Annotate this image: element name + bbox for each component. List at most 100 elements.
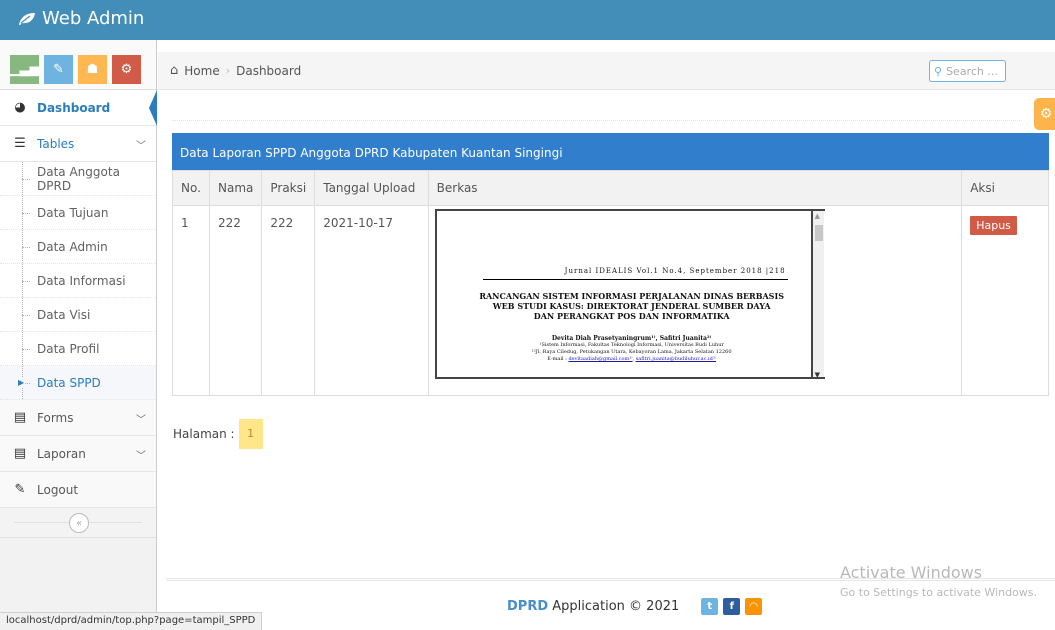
sidebar-item-label: Logout [37, 482, 79, 497]
caret-right-icon: ▶ [18, 378, 25, 387]
cell-aksi: Hapus [961, 205, 1049, 396]
facebook-icon[interactable]: f [723, 598, 741, 615]
sidebar-subitem-label: Data Profil [37, 341, 100, 356]
search-placeholder: Search ... [946, 64, 998, 78]
sidebar-item-label: Tables [37, 136, 75, 151]
sidebar-item-forms[interactable]: ▤ Forms ﹀ [0, 400, 156, 436]
breadcrumb-current: Dashboard [236, 63, 302, 78]
pdf-title-line: WEB STUDI KASUS: DIREKTORAT JENDERAL SUM… [492, 301, 771, 311]
table-row: 1 222 222 2021-10-17 Jurnal IDEALIS Vol.… [172, 205, 1049, 396]
sidebar-subitem-label: Data Anggota DPRD [37, 164, 120, 193]
sidebar-item-label: Laporan [37, 446, 86, 461]
sidebar-subitem-data-anggota-dprd[interactable]: Data Anggota DPRD [0, 162, 156, 196]
activate-windows-subtitle: Go to Settings to activate Windows. [840, 586, 1038, 599]
leaf-icon [19, 12, 35, 25]
pagination-label: Halaman : [173, 427, 235, 441]
social-links: t f ◠ [701, 598, 763, 615]
shortcut-stats-button[interactable]: ▁▃▅ [9, 55, 40, 84]
shortcut-edit-button[interactable]: ✎ [44, 55, 73, 84]
cell-tanggal: 2021-10-17 [314, 205, 429, 396]
breadcrumb-home[interactable]: Home [184, 64, 219, 78]
rss-icon[interactable]: ◠ [745, 598, 763, 615]
sidebar-subitem-data-sppd[interactable]: ▶ Data SPPD [0, 366, 156, 400]
column-header-no: No. [172, 170, 210, 206]
sidebar-subitem-data-tujuan[interactable]: Data Tujuan [0, 196, 156, 230]
breadcrumb-bar: ⌂ Home › Dashboard [158, 52, 1055, 90]
top-navbar: Web Admin [0, 0, 1055, 40]
pdf-title: RANCANGAN SISTEM INFORMASI PERJALANAN DI… [477, 291, 787, 321]
users-icon: ☗ [86, 62, 99, 77]
scroll-up-icon[interactable]: ▲ [815, 212, 820, 220]
sidebar-collapse-row: « [0, 508, 156, 538]
delete-button[interactable]: Hapus [970, 216, 1017, 235]
signal-icon: ▁▃▅ [9, 62, 40, 77]
chevron-down-icon: ﹀ [136, 451, 146, 462]
sidebar: ▁▃▅ ✎ ☗ ⚙ ◕ Dashboard ☰ Tables ﹀ Data An… [0, 40, 157, 630]
home-icon: ⌂ [170, 63, 179, 78]
breadcrumb: ⌂ Home › Dashboard [170, 63, 301, 78]
scrollbar-thumb[interactable] [814, 225, 823, 241]
pdf-emails: E-mail : devitaadiah@gmail.com¹⁾, safitr… [547, 356, 717, 362]
page-number-button[interactable]: 1 [238, 419, 263, 449]
sidebar-item-logout[interactable]: ✎ Logout [0, 472, 156, 508]
chevron-down-icon: ﹀ [136, 415, 146, 426]
sppd-table: No. Nama Praksi Tanggal Upload Berkas Ak… [172, 170, 1049, 396]
pdf-scrollbar[interactable]: ▲ ▼ [810, 211, 824, 377]
pdf-journal-header: Jurnal IDEALIS Vol.1 No.4, September 201… [564, 267, 786, 275]
pdf-page: Jurnal IDEALIS Vol.1 No.4, September 201… [437, 211, 809, 377]
sidebar-item-label: Forms [37, 410, 74, 425]
pdf-viewer[interactable]: Jurnal IDEALIS Vol.1 No.4, September 201… [434, 209, 825, 379]
sidebar-item-dashboard[interactable]: ◕ Dashboard [0, 90, 157, 126]
browser-status-url: localhost/dprd/admin/top.php?page=tampil… [0, 612, 263, 630]
divider [482, 279, 788, 280]
column-header-tanggal-upload: Tanggal Upload [314, 170, 429, 206]
form-icon: ▤ [13, 410, 27, 425]
search-input[interactable]: ⚲ Search ... [929, 60, 1006, 82]
double-chevron-left-icon: « [75, 517, 83, 529]
footer: DPRD Application © 2021 t f ◠ [507, 598, 763, 615]
sidebar-subitem-label: Data Tujuan [37, 205, 109, 220]
sidebar-item-tables[interactable]: ☰ Tables ﹀ [0, 126, 156, 162]
cell-praksi: 222 [261, 205, 316, 396]
pdf-email-link[interactable]: safitri.juanita@budiluhur.ac.id²⁾ [636, 356, 716, 362]
report-icon: ▤ [13, 446, 27, 461]
shortcut-users-button[interactable]: ☗ [78, 55, 107, 84]
sidebar-subitem-data-admin[interactable]: Data Admin [0, 230, 156, 264]
sidebar-subitem-data-visi[interactable]: Data Visi [0, 298, 156, 332]
column-header-nama: Nama [208, 170, 263, 206]
table-header-title: Data Laporan SPPD Anggota DPRD Kabupaten… [172, 133, 1049, 170]
sidebar-subitem-label: Data Visi [37, 307, 91, 322]
pdf-email-label: E-mail : [547, 356, 567, 362]
footer-copyright: Application © 2021 [552, 599, 680, 614]
sidebar-subitem-label: Data SPPD [37, 375, 101, 390]
activate-windows-title: Activate Windows [840, 563, 983, 582]
pdf-email-link[interactable]: devitaadiah@gmail.com¹⁾ [568, 356, 632, 362]
footer-brand: DPRD [507, 599, 549, 614]
cell-no: 1 [172, 205, 210, 396]
pdf-authors: Devita Diah Prasetyaningrum¹⁾, Safitri J… [477, 335, 787, 363]
column-header-aksi: Aksi [961, 170, 1049, 206]
twitter-icon[interactable]: t [701, 598, 719, 615]
pdf-title-line: RANCANGAN SISTEM INFORMASI PERJALANAN DI… [479, 291, 784, 301]
settings-toggle-button[interactable]: ⚙ [1034, 98, 1055, 130]
sidebar-subitem-label: Data Admin [37, 239, 108, 254]
pagination: Halaman : 1 [173, 419, 263, 449]
cogs-icon: ⚙ [120, 62, 133, 77]
sidebar-item-laporan[interactable]: ▤ Laporan ﹀ [0, 436, 156, 472]
pdf-title-line: DAN PERANGKAT POS DAN INFORMATIKA [533, 311, 730, 321]
sidebar-subitem-data-informasi[interactable]: Data Informasi [0, 264, 156, 298]
sidebar-item-label: Dashboard [37, 100, 111, 115]
column-header-praksi: Praksi [261, 170, 316, 206]
sidebar-collapse-button[interactable]: « [69, 513, 89, 533]
sidebar-subitem-data-profil[interactable]: Data Profil [0, 332, 156, 366]
edit-icon: ✎ [14, 482, 26, 497]
column-header-berkas: Berkas [427, 170, 963, 206]
chevron-down-icon: ﹀ [136, 141, 146, 152]
sidebar-shortcuts: ▁▃▅ ✎ ☗ ⚙ [0, 40, 156, 90]
pdf-address: ¹²Jl. Raya Ciledug, Petukangan Utara, Ke… [531, 349, 732, 355]
shortcut-settings-button[interactable]: ⚙ [112, 55, 141, 84]
sidebar-subitem-label: Data Informasi [37, 273, 126, 288]
scroll-down-icon[interactable]: ▼ [815, 371, 820, 377]
brand[interactable]: Web Admin [18, 8, 144, 29]
pencil-icon: ✎ [53, 62, 64, 77]
